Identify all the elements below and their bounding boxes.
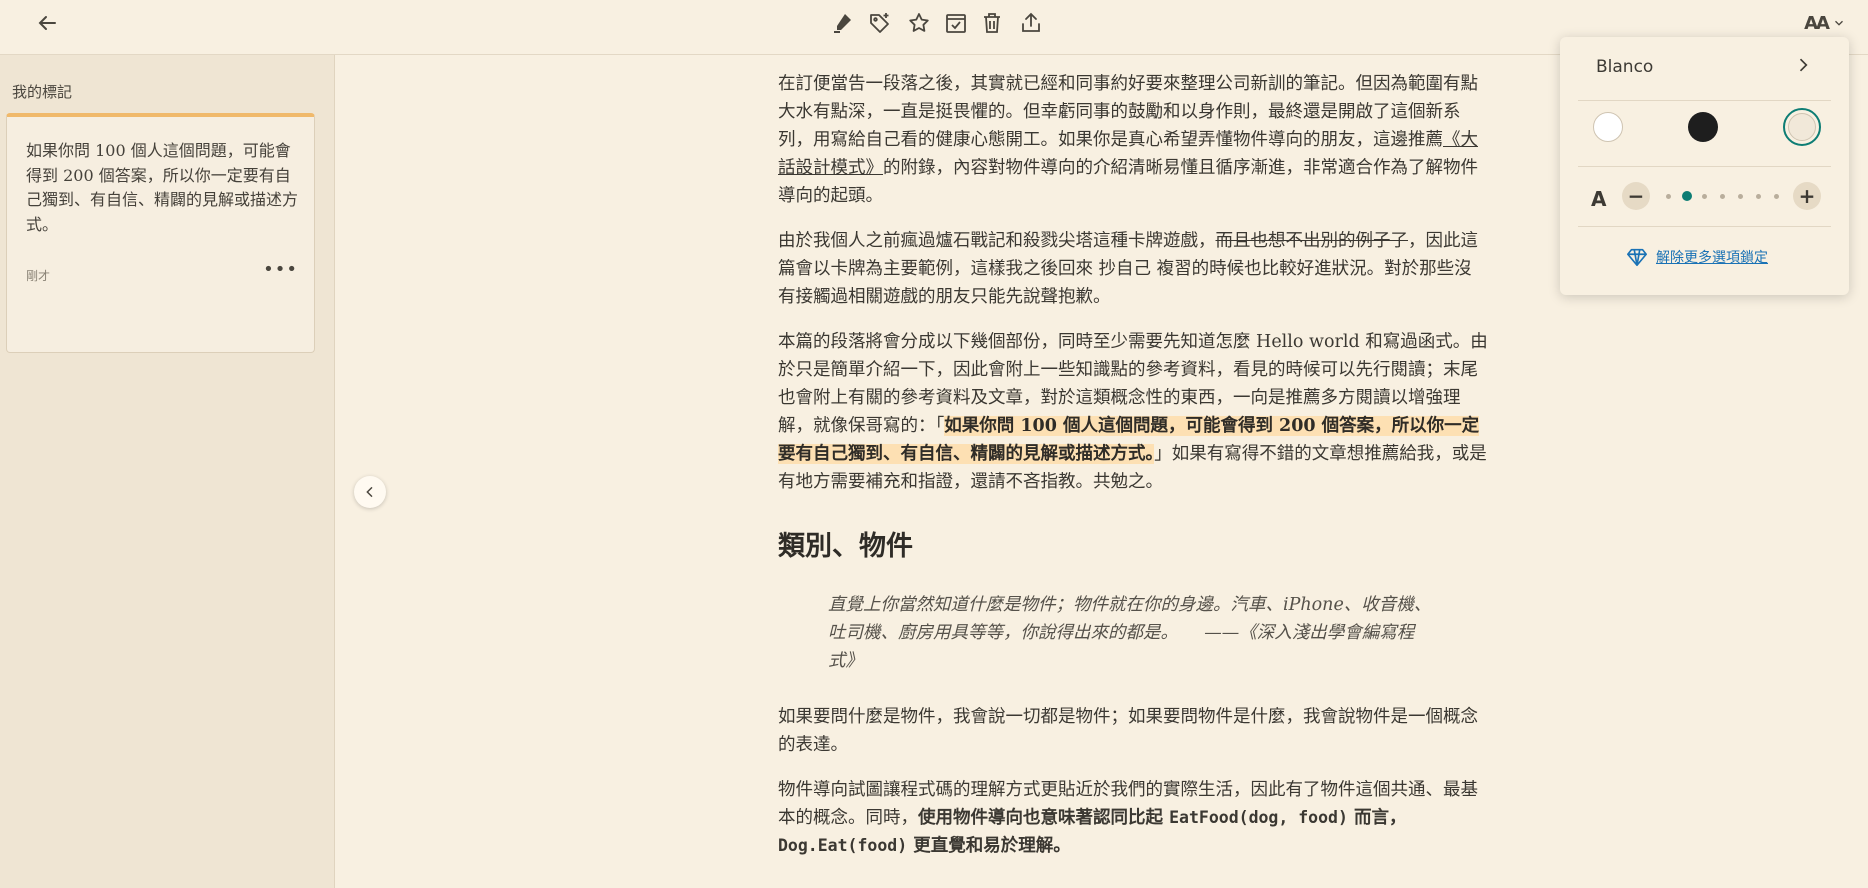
highlighter-icon[interactable]	[827, 8, 857, 38]
increase-font-button[interactable]: +	[1793, 182, 1821, 210]
trash-icon[interactable]	[977, 8, 1007, 38]
paragraph: 物件導向試圖讓程式碼的理解方式更貼近於我們的實際生活，因此有了物件這個共通、最基…	[778, 780, 1478, 856]
note-text: 如果你問 100 個人這個問題，可能會得到 200 個答案，所以你一定要有自己獨…	[26, 141, 299, 234]
font-size-step[interactable]	[1682, 191, 1692, 201]
chevron-right-icon[interactable]	[1793, 55, 1813, 79]
unlock-more-options-link[interactable]: 解除更多選項鎖定	[1626, 246, 1768, 268]
paragraph: 如果要問什麼是物件，我會說一切都是物件；如果要問物件是什麼，我會說物件是一個概念…	[778, 707, 1478, 755]
paragraph: 本篇的段落將會分成以下幾個部份，同時至少需要先知道怎麼 Hello world …	[778, 332, 1488, 492]
note-time: 剛才	[26, 269, 51, 283]
font-settings-label: AA	[1804, 12, 1830, 34]
chevron-left-icon	[366, 486, 373, 498]
section-heading: 類別、物件	[778, 531, 913, 562]
more-options-icon[interactable]: •••	[263, 261, 298, 279]
back-arrow-icon[interactable]	[32, 8, 62, 38]
strikethrough-text: 而且也想不出別的例子了	[1215, 231, 1409, 251]
star-icon[interactable]	[904, 8, 934, 38]
decrease-font-button[interactable]: −	[1622, 182, 1650, 210]
font-size-label: A	[1591, 187, 1607, 211]
font-size-step[interactable]	[1774, 194, 1779, 199]
article-body: 在訂便當告一段落之後，其實就已經和同事約好要來整理公司新訓的筆記。但因為範圍有點…	[778, 70, 1488, 877]
previous-page-button[interactable]	[354, 476, 386, 508]
dark-theme-swatch[interactable]	[1688, 112, 1718, 142]
sepia-theme-swatch[interactable]	[1783, 108, 1821, 146]
unlock-more-options-text: 解除更多選項鎖定	[1656, 250, 1768, 266]
share-icon[interactable]	[1016, 8, 1046, 38]
theme-name: Blanco	[1596, 57, 1654, 77]
inline-code: Dog.Eat(food)	[778, 836, 908, 855]
paragraph: 在訂便當告一段落之後，其實就已經和同事約好要來整理公司新訓的筆記。但因為範圍有點…	[778, 74, 1478, 206]
block-quote: 直覺上你當然知道什麼是物件；物件就在你的身邊。汽車、iPhone、收音機、吐司機…	[828, 595, 1432, 671]
paragraph: 由於我個人之前瘋過爐石戰記和殺戮尖塔這種卡牌遊戲，而且也想不出別的例子了，因此這…	[778, 231, 1478, 307]
sidebar: 我的標記 如果你問 100 個人這個問題，可能會得到 200 個答案，所以你一定…	[0, 55, 335, 888]
font-settings-icon[interactable]: AA	[1800, 8, 1850, 38]
note-card[interactable]: 如果你問 100 個人這個問題，可能會得到 200 個答案，所以你一定要有自己獨…	[6, 113, 315, 353]
font-size-step[interactable]	[1702, 194, 1707, 199]
font-size-step[interactable]	[1666, 194, 1671, 199]
white-theme-swatch[interactable]	[1593, 112, 1623, 142]
font-size-step[interactable]	[1738, 194, 1743, 199]
font-size-step[interactable]	[1756, 194, 1761, 199]
archive-icon[interactable]	[941, 8, 971, 38]
sidebar-title: 我的標記	[12, 83, 73, 101]
font-size-step[interactable]	[1720, 194, 1725, 199]
font-settings-popup: Blanco A − + 解除更多選項鎖定	[1560, 37, 1849, 295]
inline-code: EatFood(dog, food)	[1169, 808, 1348, 827]
diamond-icon	[1627, 248, 1647, 267]
tag-add-icon[interactable]	[865, 8, 895, 38]
